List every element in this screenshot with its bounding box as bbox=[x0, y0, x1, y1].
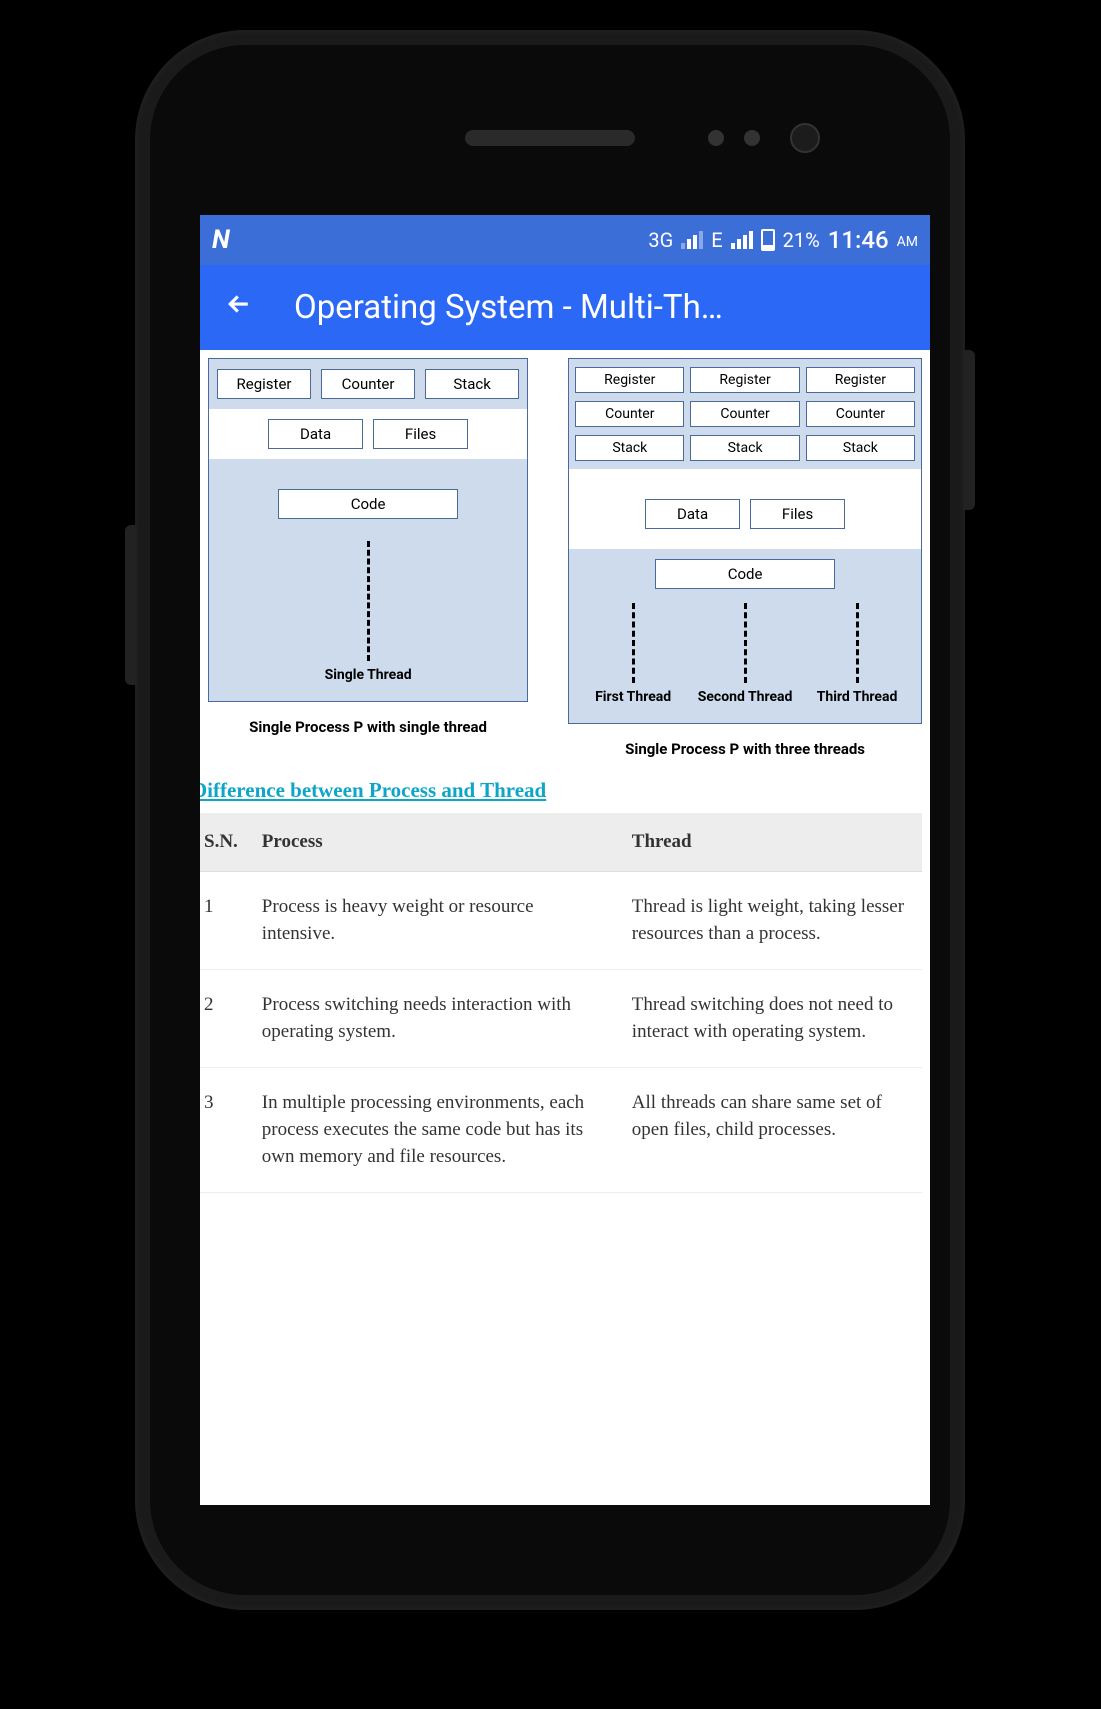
thread-label: First Thread bbox=[577, 683, 689, 711]
signal-icon-2 bbox=[731, 231, 753, 249]
diagram-row: Register Counter Stack Data Files Code bbox=[200, 350, 930, 766]
volume-button bbox=[125, 525, 137, 685]
thread-line-icon bbox=[632, 603, 635, 683]
battery-icon bbox=[761, 229, 775, 251]
diag-cell: Stack bbox=[575, 435, 684, 461]
table-row: 2 Process switching needs interaction wi… bbox=[200, 970, 922, 1068]
diagram-caption: Single Process P with single thread bbox=[249, 702, 487, 744]
phone-bezel: N 3G E bbox=[150, 45, 950, 1595]
clock-ampm: AM bbox=[897, 234, 918, 250]
app-bar: Operating System - Multi-Th… bbox=[200, 265, 930, 350]
diag-cell: Data bbox=[268, 419, 363, 449]
cell-thread: Thread is light weight, taking lesser re… bbox=[620, 872, 922, 970]
phone-frame: N 3G E bbox=[135, 30, 965, 1610]
cell-sn: 3 bbox=[200, 1068, 250, 1193]
screen: N 3G E bbox=[200, 215, 930, 1505]
status-bar: N 3G E bbox=[200, 215, 930, 265]
diag-cell: Data bbox=[645, 499, 740, 529]
diag-cell: Code bbox=[655, 559, 835, 589]
cell-process: Process switching needs interaction with… bbox=[250, 970, 620, 1068]
diag-cell: Counter bbox=[321, 369, 415, 399]
diag-cell: Stack bbox=[690, 435, 799, 461]
thread-label: Single Thread bbox=[217, 661, 519, 689]
phone-speaker bbox=[465, 130, 635, 146]
diag-cell: Register bbox=[690, 367, 799, 393]
diag-cell: Files bbox=[750, 499, 845, 529]
diagram-multi-thread: Register Counter Stack Register Counter … bbox=[568, 358, 922, 766]
diag-cell: Counter bbox=[575, 401, 684, 427]
cell-sn: 2 bbox=[200, 970, 250, 1068]
cell-process: In multiple processing environments, eac… bbox=[250, 1068, 620, 1193]
thread-label: Second Thread bbox=[689, 683, 801, 711]
diag-cell: Counter bbox=[690, 401, 799, 427]
thread-line-icon bbox=[744, 603, 747, 683]
thread-line-icon bbox=[367, 541, 370, 661]
cell-thread: Thread switching does not need to intera… bbox=[620, 970, 922, 1068]
cell-process: Process is heavy weight or resource inte… bbox=[250, 872, 620, 970]
comparison-table: S.N. Process Thread 1 Process is heavy w… bbox=[200, 813, 922, 1193]
table-header-thread: Thread bbox=[620, 813, 922, 872]
signal-icon-1 bbox=[681, 231, 703, 249]
diag-cell: Register bbox=[806, 367, 915, 393]
network-type-1: 3G bbox=[648, 228, 673, 252]
power-button bbox=[963, 350, 975, 510]
diagram-caption: Single Process P with three threads bbox=[625, 724, 865, 766]
table-header-process: Process bbox=[250, 813, 620, 872]
battery-percent: 21% bbox=[783, 228, 820, 252]
cell-thread: All threads can share same set of open f… bbox=[620, 1068, 922, 1193]
diagram-single-thread: Register Counter Stack Data Files Code bbox=[208, 358, 528, 766]
back-button[interactable] bbox=[224, 288, 254, 328]
diag-cell: Stack bbox=[806, 435, 915, 461]
thread-line-icon bbox=[856, 603, 859, 683]
diag-cell: Files bbox=[373, 419, 468, 449]
diag-cell: Register bbox=[217, 369, 311, 399]
network-type-2: E bbox=[711, 228, 722, 252]
arrow-left-icon bbox=[224, 289, 254, 319]
table-header-sn: S.N. bbox=[200, 813, 250, 872]
table-row: 3 In multiple processing environments, e… bbox=[200, 1068, 922, 1193]
diag-cell: Register bbox=[575, 367, 684, 393]
phone-camera bbox=[790, 123, 820, 153]
phone-sensors bbox=[708, 130, 760, 146]
diag-cell: Counter bbox=[806, 401, 915, 427]
cell-sn: 1 bbox=[200, 872, 250, 970]
page-title: Operating System - Multi-Th… bbox=[294, 288, 723, 327]
diag-cell: Stack bbox=[425, 369, 519, 399]
thread-label: Third Thread bbox=[801, 683, 913, 711]
clock-time: 11:46 bbox=[828, 226, 889, 254]
table-row: 1 Process is heavy weight or resource in… bbox=[200, 872, 922, 970]
section-heading[interactable]: Difference between Process and Thread bbox=[200, 766, 930, 813]
android-n-icon: N bbox=[212, 225, 230, 255]
diag-cell: Code bbox=[278, 489, 458, 519]
content-area[interactable]: Register Counter Stack Data Files Code bbox=[200, 350, 930, 1193]
